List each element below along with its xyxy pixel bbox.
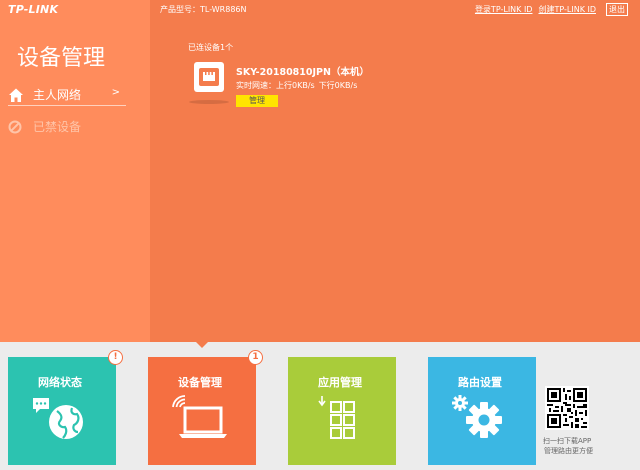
sidebar-item-label: 主人网络 xyxy=(33,86,81,103)
tile-label: 应用管理 xyxy=(318,374,362,390)
device-icon-shadow xyxy=(189,100,229,104)
laptop-wifi-icon xyxy=(168,393,238,443)
tile-app-management[interactable]: 应用管理 xyxy=(288,357,396,465)
tile-router-settings[interactable]: 路由设置 xyxy=(428,357,536,465)
tile-label: 网络状态 xyxy=(38,374,82,390)
tile-label: 设备管理 xyxy=(178,374,222,390)
device-card-icon xyxy=(194,62,224,92)
upload-speed: 上行0KB/s xyxy=(276,81,315,90)
tile-device-management[interactable]: 设备管理 xyxy=(148,357,256,465)
qr-caption-line2: 管理路由更方便 xyxy=(543,446,593,456)
speed-label: 实时网速： xyxy=(236,81,276,90)
tile-network-status[interactable]: 网络状态 xyxy=(8,357,116,465)
device-management-badge: 1 xyxy=(248,350,263,365)
device-name: SKY-20180810JPN（本机） xyxy=(236,64,369,78)
manage-device-button[interactable]: 管理 xyxy=(236,95,278,107)
main-panel: TP-LINK 设备管理 主人网络 > 已禁设备 产品型号：TL-WR886N … xyxy=(0,0,640,342)
chevron-right-icon: > xyxy=(112,87,120,98)
ban-icon xyxy=(8,120,22,134)
active-tile-pointer xyxy=(196,342,208,348)
home-icon xyxy=(8,87,24,103)
account-links: 登录TP-LINK ID 创建TP-LINK ID xyxy=(475,4,596,15)
exit-button[interactable]: 退出 xyxy=(606,3,628,16)
download-speed: 下行0KB/s xyxy=(319,81,358,90)
apps-grid-icon xyxy=(312,395,372,441)
login-tplink-id-link[interactable]: 登录TP-LINK ID xyxy=(475,4,533,15)
connected-device-count: 已连设备1个 xyxy=(188,42,233,53)
qr-code xyxy=(545,386,589,430)
sidebar-item-label: 已禁设备 xyxy=(33,118,81,135)
product-model: 产品型号：TL-WR886N xyxy=(160,4,247,15)
sidebar-item-banned-devices[interactable]: 已禁设备 xyxy=(8,118,81,135)
create-tplink-id-link[interactable]: 创建TP-LINK ID xyxy=(538,4,596,15)
page-title: 设备管理 xyxy=(17,40,105,72)
device-speed: 实时网速：上行0KB/s 下行0KB/s xyxy=(236,80,361,91)
network-status-alert-badge: ! xyxy=(108,350,123,365)
sidebar: TP-LINK 设备管理 主人网络 > 已禁设备 xyxy=(0,0,150,342)
globe-chat-icon xyxy=(30,395,90,445)
ethernet-port-icon xyxy=(198,67,220,87)
tp-link-logo: TP-LINK xyxy=(8,3,58,16)
sidebar-item-host-network[interactable]: 主人网络 > xyxy=(8,84,126,106)
gears-icon xyxy=(448,393,508,443)
tile-label: 路由设置 xyxy=(458,374,502,390)
qr-caption: 扫一扫下载APP 管理路由更方便 xyxy=(543,436,593,456)
qr-caption-line1: 扫一扫下载APP xyxy=(543,436,593,446)
